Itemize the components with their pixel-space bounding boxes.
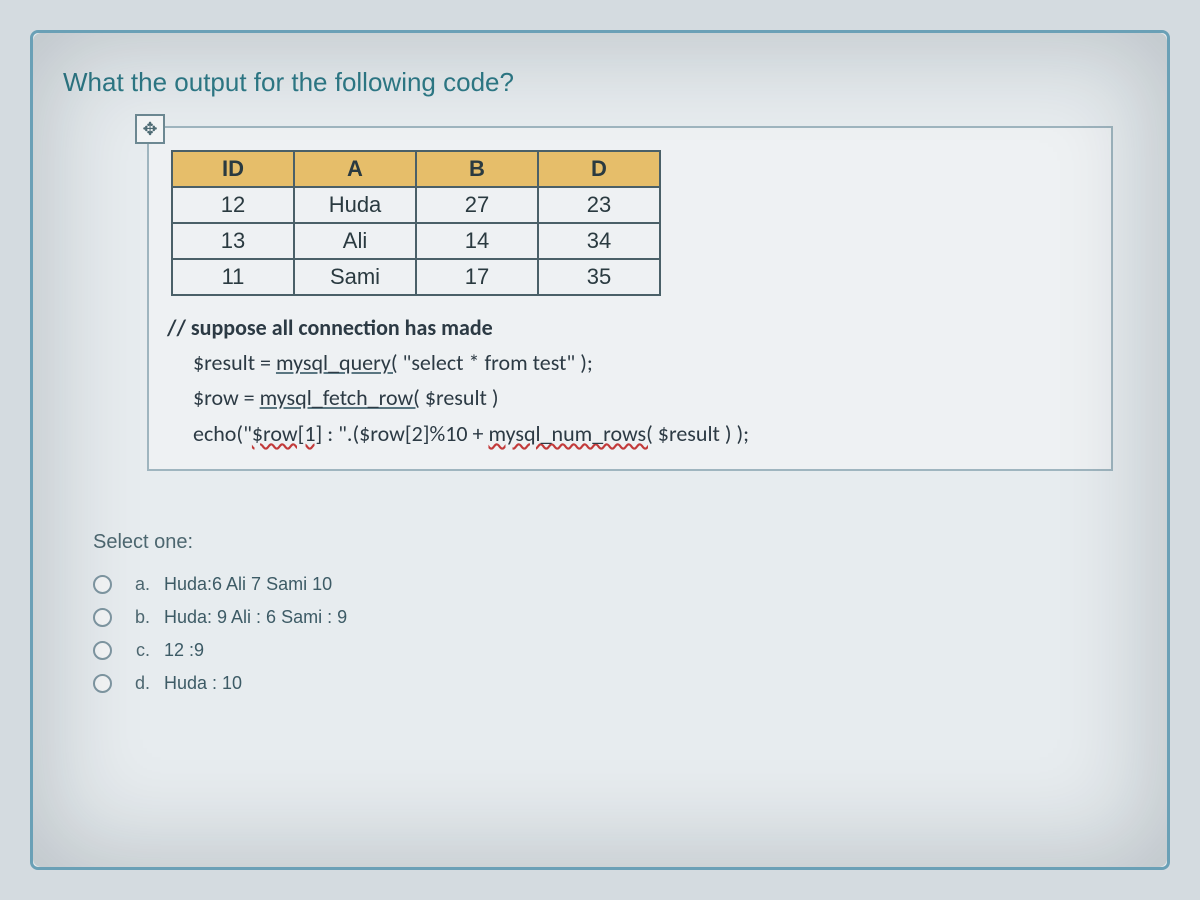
- question-text: What the output for the following code?: [63, 67, 1137, 98]
- option-c[interactable]: c. 12 :9: [93, 634, 1143, 667]
- table-row: 12 Huda 27 23: [172, 187, 660, 223]
- code-text: // suppose all connection has made $resu…: [167, 310, 1093, 451]
- option-a[interactable]: a. Huda:6 Ali 7 Sami 10: [93, 568, 1143, 601]
- code-line-1: // suppose all connection has made: [167, 314, 493, 341]
- option-label: Huda: 9 Ali : 6 Sami : 9: [164, 607, 347, 628]
- option-label: Huda : 10: [164, 673, 242, 694]
- radio-icon[interactable]: [93, 575, 112, 594]
- table-row: 11 Sami 17 35: [172, 259, 660, 295]
- data-table: ID A B D 12 Huda 27 23 13 Ali 14 34 11 S…: [171, 150, 661, 296]
- option-d[interactable]: d. Huda : 10: [93, 667, 1143, 700]
- col-A: A: [294, 151, 416, 187]
- option-label: Huda:6 Ali 7 Sami 10: [164, 574, 332, 595]
- col-B: B: [416, 151, 538, 187]
- table-header-row: ID A B D: [172, 151, 660, 187]
- radio-icon[interactable]: [93, 641, 112, 660]
- col-ID: ID: [172, 151, 294, 187]
- option-key: b.: [126, 607, 150, 628]
- option-key: c.: [126, 640, 150, 661]
- option-b[interactable]: b. Huda: 9 Ali : 6 Sami : 9: [93, 601, 1143, 634]
- radio-icon[interactable]: [93, 608, 112, 627]
- options-list: a. Huda:6 Ali 7 Sami 10 b. Huda: 9 Ali :…: [93, 568, 1143, 700]
- select-one-label: Select one:: [93, 531, 1143, 554]
- answer-block: Select one: a. Huda:6 Ali 7 Sami 10 b. H…: [93, 531, 1143, 700]
- move-handle-icon[interactable]: ✥: [135, 114, 165, 144]
- option-label: 12 :9: [164, 640, 204, 661]
- option-key: a.: [126, 574, 150, 595]
- table-row: 13 Ali 14 34: [172, 223, 660, 259]
- code-snippet-box: ✥ ID A B D 12 Huda 27 23 13 Ali 14 34 11: [147, 126, 1113, 471]
- radio-icon[interactable]: [93, 674, 112, 693]
- option-key: d.: [126, 673, 150, 694]
- col-D: D: [538, 151, 660, 187]
- quiz-frame: What the output for the following code? …: [30, 30, 1170, 870]
